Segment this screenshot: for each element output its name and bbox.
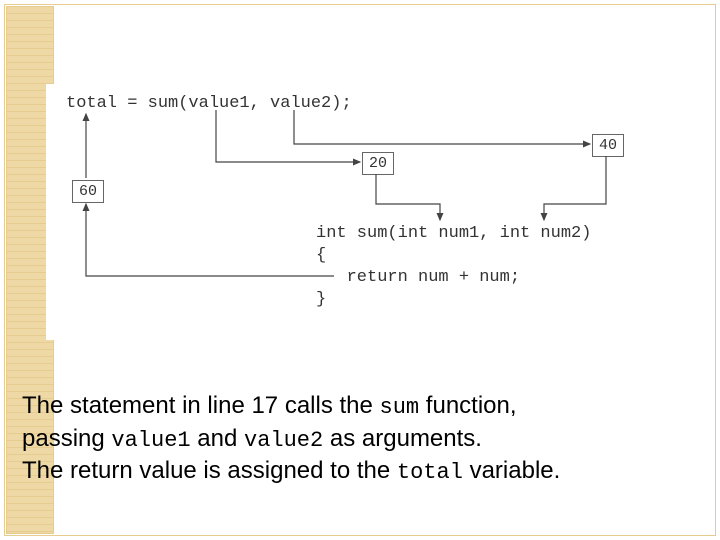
- caption-l2-b: value1: [111, 428, 190, 453]
- caption-paragraph: The statement in line 17 calls the sum f…: [22, 390, 692, 488]
- caption-l2-e: as arguments.: [323, 425, 482, 452]
- code-return-line: return num + num;: [316, 268, 520, 287]
- code-brace-open: {: [316, 246, 326, 265]
- code-fn-signature: int sum(int num1, int num2): [316, 224, 591, 243]
- caption-l2-d: value2: [244, 428, 323, 453]
- caption-line-3: The return value is assigned to the tota…: [22, 455, 692, 488]
- caption-l3-b: total: [397, 460, 463, 485]
- code-brace-close: }: [316, 290, 326, 309]
- caption-l3-c: variable.: [463, 457, 560, 484]
- caption-line-2: passing value1 and value2 as arguments.: [22, 423, 692, 456]
- caption-l3-a: The return value is assigned to the: [22, 457, 397, 484]
- code-call-line: total = sum(value1, value2);: [66, 94, 352, 113]
- caption-l2-c: and: [191, 425, 244, 452]
- caption-l2-a: passing: [22, 425, 111, 452]
- caption-l1-c: function,: [419, 392, 516, 419]
- caption-line-1: The statement in line 17 calls the sum f…: [22, 390, 692, 423]
- caption-l1-b: sum: [380, 395, 420, 420]
- flow-arrows: [46, 84, 678, 340]
- value-box-arg2: 40: [592, 134, 624, 157]
- value-box-arg1: 20: [362, 152, 394, 175]
- caption-l1-a: The statement in line 17 calls the: [22, 392, 380, 419]
- diagram-panel: total = sum(value1, value2); int sum(int…: [46, 84, 678, 340]
- value-box-result: 60: [72, 180, 104, 203]
